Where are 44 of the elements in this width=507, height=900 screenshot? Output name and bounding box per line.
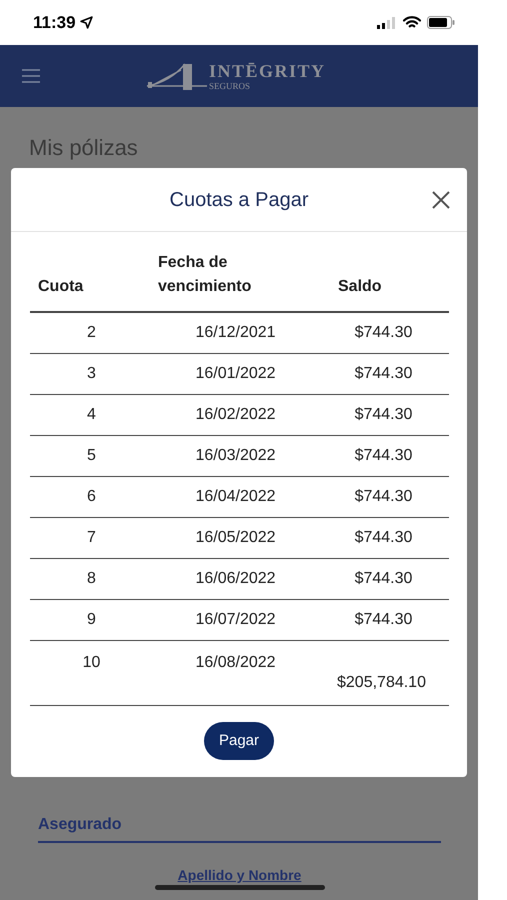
table-cell-text: 16/06/2022 (194, 569, 277, 589)
table-cell-text: 4 (86, 405, 97, 425)
section-heading: Asegurado (38, 813, 441, 843)
menu-icon[interactable] (22, 69, 40, 83)
close-icon (431, 190, 451, 210)
battery-icon (427, 16, 455, 29)
table-cell-text: $744.30 (354, 487, 414, 507)
table-cell-text: $744.30 (354, 446, 414, 466)
field-label: Apellido y Nombre (176, 866, 302, 885)
signal-icon (377, 16, 397, 28)
table-cell-text: 16/12/2021 (194, 323, 277, 343)
table-cell-text: 16/04/2022 (194, 487, 277, 507)
table-cell-text: $744.30 (354, 405, 414, 425)
location-arrow-icon (80, 16, 93, 29)
column-header: Saldo (337, 277, 383, 297)
table-cell-text: 16/07/2022 (194, 610, 277, 630)
table-cell-text: $744.30 (354, 323, 414, 343)
table-cell-text: $744.30 (354, 569, 414, 589)
modal-title: Cuotas a Pagar (170, 188, 308, 212)
table-cell-text: 16/01/2022 (194, 364, 277, 384)
table-cell-text: 16/08/2022 (194, 653, 277, 673)
column-header: Cuota (37, 277, 84, 297)
table-cell-text: $744.30 (354, 610, 414, 630)
brand-subtitle: SEGUROS (209, 82, 252, 90)
page-title: Mis pólizas (29, 135, 138, 160)
status-time: 11:39 (33, 12, 76, 34)
table-cell-text: 16/02/2022 (194, 405, 277, 425)
pay-button[interactable]: Pagar (204, 722, 274, 760)
table-cell-text: 9 (86, 610, 97, 630)
table-cell-text: 6 (86, 487, 97, 507)
table-cell-text: 8 (86, 569, 97, 589)
table-cell-text: 10 (82, 653, 102, 673)
table-cell-text: $744.30 (354, 364, 414, 384)
table-cell-text: $744.30 (354, 528, 414, 548)
table-cell-text: 5 (86, 446, 97, 466)
table-cell-text: 16/05/2022 (194, 528, 277, 548)
table-cell-text: 2 (86, 323, 97, 343)
column-header: Fecha de vencimiento (158, 253, 252, 297)
table-cell-text: 16/03/2022 (194, 446, 277, 466)
table-cell-text: 3 (86, 364, 97, 384)
table-cell-text: 7 (86, 528, 97, 548)
table-cell-text: $205,784.10 (336, 673, 427, 693)
wifi-icon (403, 16, 421, 29)
brand-name: INTĒGRITY (209, 62, 326, 80)
